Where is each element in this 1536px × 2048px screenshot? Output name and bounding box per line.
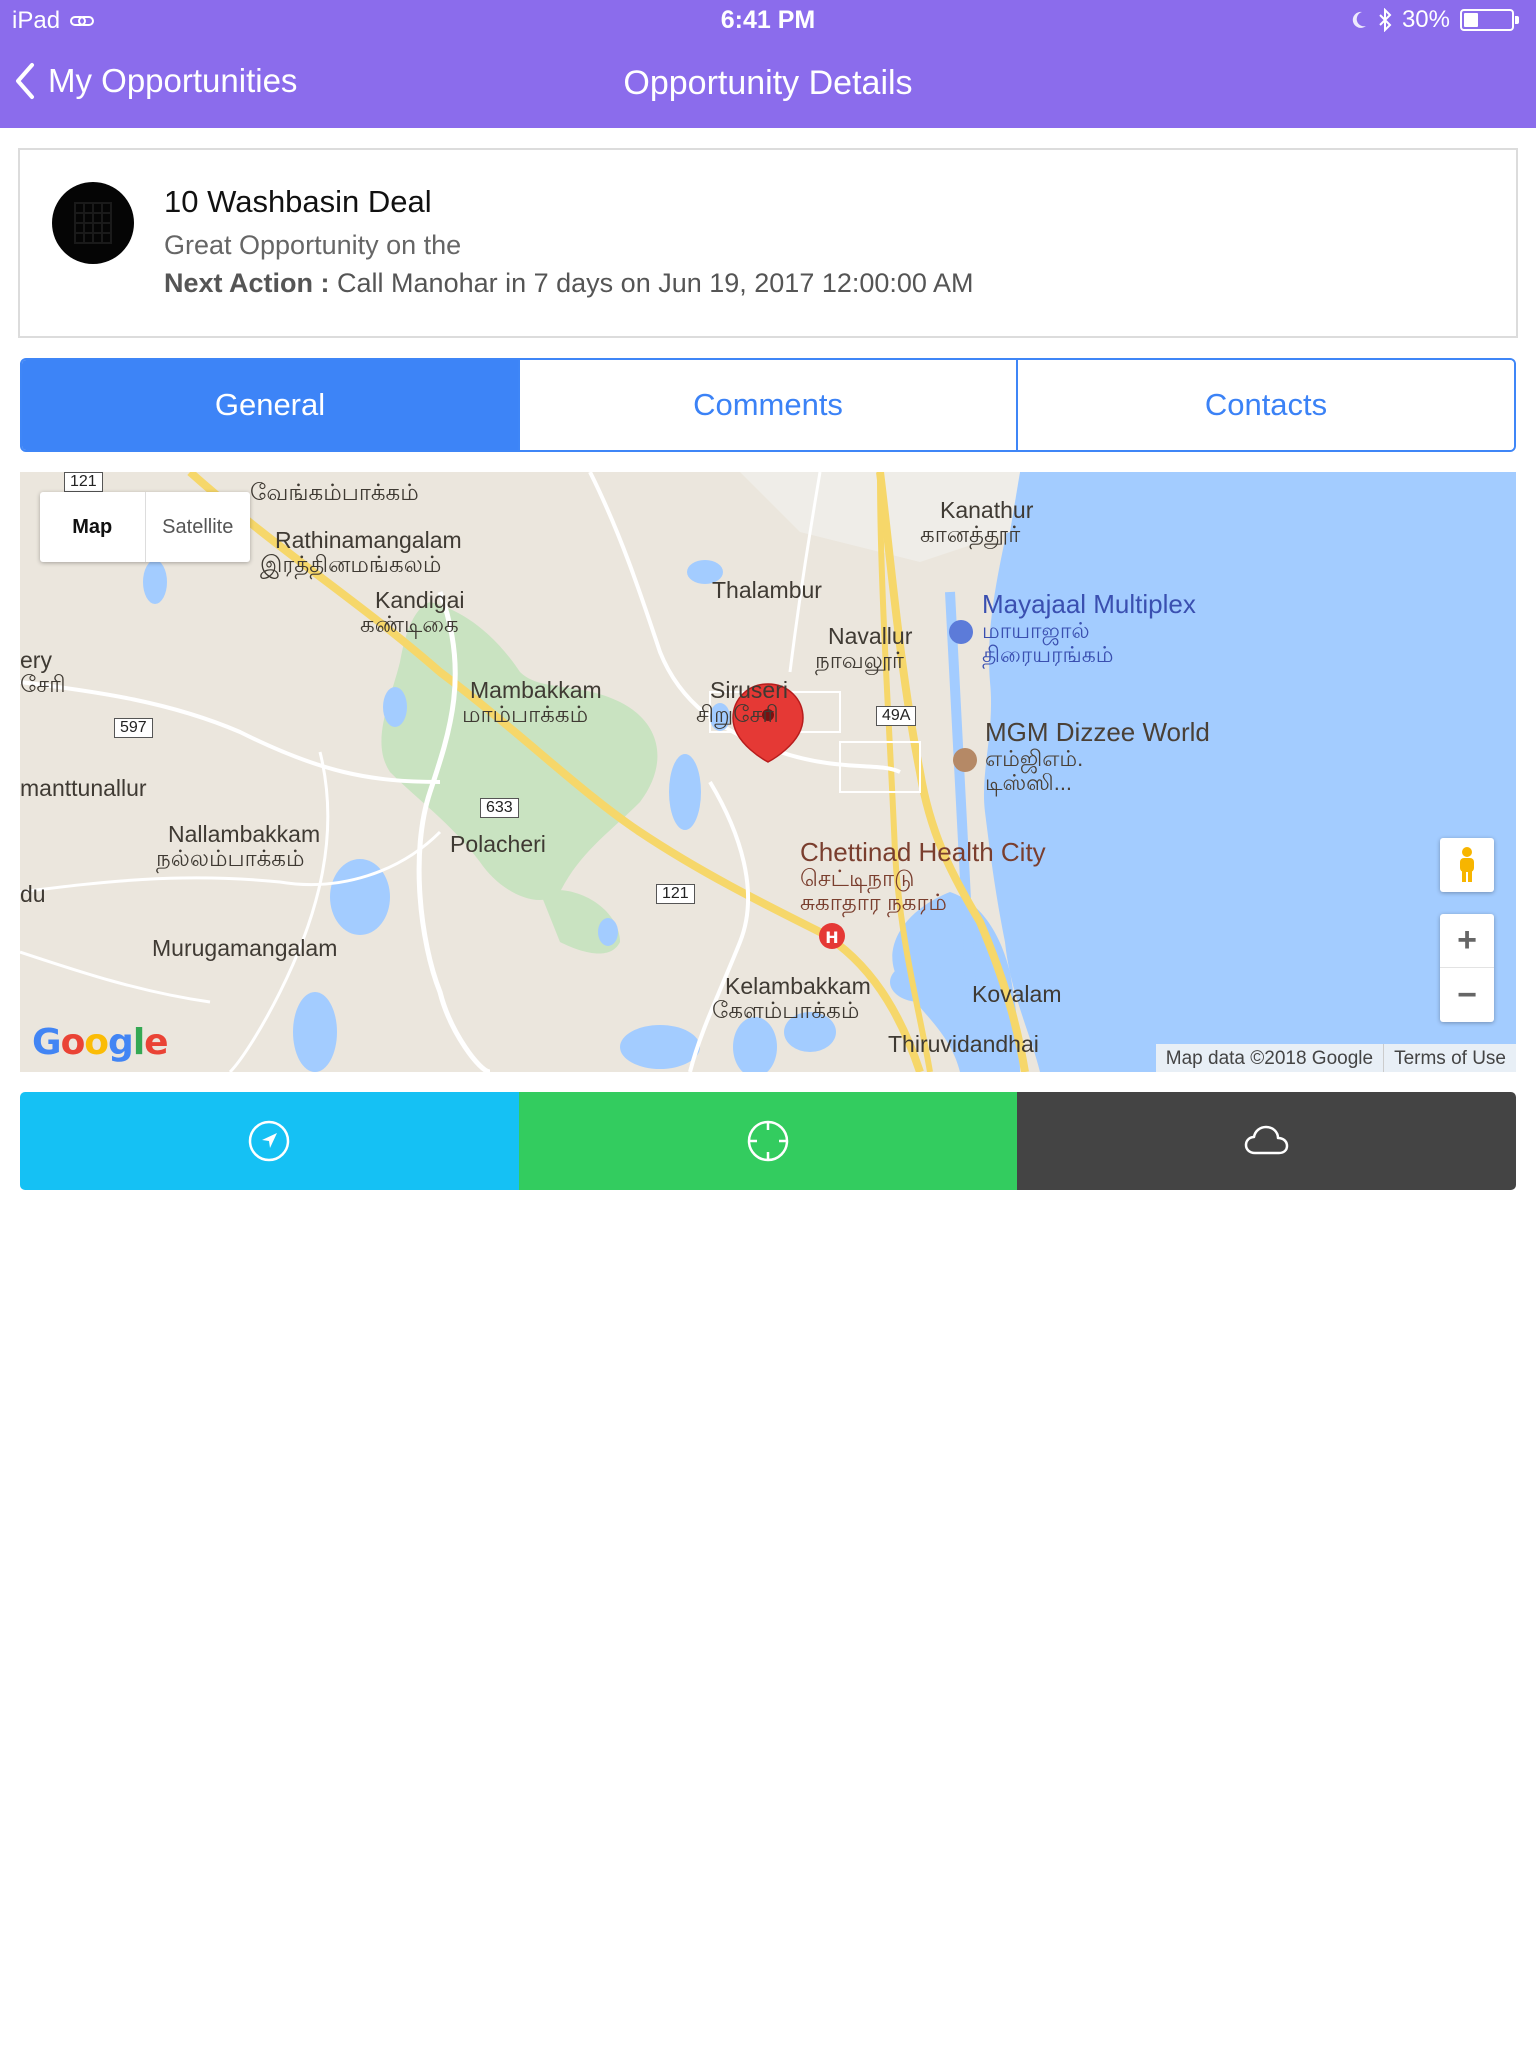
tab-contacts[interactable]: Contacts (1016, 360, 1514, 450)
header-bar: iPad 6:41 PM 30% My Opportunities Opport… (0, 0, 1536, 128)
map-label-kelambakkam: Kelambakkam (725, 973, 871, 999)
page-title: Opportunity Details (623, 64, 913, 102)
map-label-kelambakkam-ta: கேளம்பாக்கம் (712, 997, 860, 1023)
bluetooth-icon (1379, 8, 1392, 32)
next-action-value: Call Manohar in 7 days on Jun 19, 2017 1… (337, 268, 974, 298)
map-label-rathinamangalam: Rathinamangalam (275, 527, 462, 553)
opportunity-subtitle: Great Opportunity on the (164, 230, 462, 260)
map-label-ery-ta: சேரி (20, 671, 66, 697)
map-label-kandigai: Kandigai (375, 587, 465, 613)
map-label-siruseri-ta: சிறுசேரி (696, 701, 779, 727)
tab-bar: General Comments Contacts (20, 358, 1516, 452)
map-label-mayajaal-ta1: மாயாஜால் (982, 618, 1090, 643)
map-label-murugamangalam: Murugamangalam (152, 935, 338, 961)
map-label-kanathur-ta: கானத்தூர் (920, 521, 1021, 547)
route-shield-121-top: 121 (64, 472, 103, 492)
map-type-satellite-button[interactable]: Satellite (146, 492, 251, 562)
street-view-pegman[interactable] (1440, 838, 1494, 892)
moon-icon (1352, 11, 1366, 28)
map-label-vengambakkam: வேங்கம்பாக்கம் (250, 479, 419, 505)
avatar (52, 182, 134, 264)
crosshair-icon (747, 1120, 789, 1162)
map-label-navallur: Navallur (828, 623, 913, 649)
zoom-in-button[interactable]: + (1440, 914, 1494, 968)
cloud-icon (1244, 1125, 1288, 1155)
opportunity-card: 10 Washbasin Deal Great Opportunity on t… (18, 148, 1518, 338)
status-right: 30% (1350, 6, 1520, 34)
map-label-mgm-ta2: டிஸ்ஸி... (985, 770, 1073, 795)
google-logo-g2: g (108, 1022, 134, 1063)
cloud-sync-button[interactable] (1017, 1092, 1516, 1190)
navigate-button[interactable] (20, 1092, 519, 1190)
map-label-mambakkam-ta: மாம்பாக்கம் (462, 701, 589, 727)
map-label-chettinad-ta2: சுகாதார நகரம் (800, 889, 947, 915)
map-label-mayajaal-ta2: திரையரங்கம் (982, 642, 1114, 667)
map-label-kandigai-ta: கண்டிகை (360, 611, 459, 637)
map-label-chettinad: Chettinad Health City (800, 837, 1046, 867)
zoom-out-button[interactable]: − (1440, 968, 1494, 1022)
route-shield-633: 633 (480, 798, 519, 818)
action-bar (20, 1092, 1516, 1190)
map-label-mgm-ta1: எம்ஜிஎம். (985, 746, 1084, 771)
route-shield-121: 121 (656, 884, 695, 904)
map-label-nallambakkam: Nallambakkam (168, 821, 321, 847)
google-logo-o2: o (84, 1022, 109, 1063)
battery-level (1464, 13, 1478, 27)
map-label-siruseri: Siruseri (710, 677, 788, 703)
avatar-image (74, 202, 112, 244)
map-label-navallur-ta: நாவலூர் (815, 647, 904, 673)
map-label-mgm: MGM Dizzee World (985, 717, 1210, 747)
route-shield-597: 597 (114, 718, 153, 738)
locate-button[interactable] (518, 1092, 1018, 1190)
map-label-nallambakkam-ta: நல்லம்பாக்கம் (156, 845, 305, 871)
map-attribution: Map data ©2018 Google (1155, 1044, 1384, 1072)
next-action: Next Action : Call Manohar in 7 days on … (164, 268, 973, 299)
tab-comments[interactable]: Comments (518, 360, 1016, 450)
google-logo-l: l (132, 1022, 145, 1063)
map-label-rathinamangalam-ta: இரத்தினமங்கலம் (260, 551, 442, 577)
pegman-icon (1460, 847, 1474, 882)
map-view[interactable]: H வேங்கம்பாக்கம் Rathinamangalam இரத்தின… (20, 472, 1516, 1072)
map-type-map-button[interactable]: Map (40, 492, 146, 562)
status-bar: iPad 6:41 PM 30% (0, 0, 1536, 40)
google-logo: Google (32, 1022, 169, 1063)
battery-icon (1460, 9, 1519, 31)
opportunity-title: 10 Washbasin Deal (164, 184, 432, 219)
battery-percent: 30% (1401, 6, 1450, 33)
svg-text:H: H (825, 928, 838, 947)
map-label-mayajaal: Mayajaal Multiplex (982, 589, 1196, 619)
map-label-kanathur: Kanathur (940, 497, 1034, 523)
google-logo-g: G (32, 1022, 62, 1063)
navigation-arrow-icon (249, 1120, 290, 1162)
zoom-control: + − (1440, 914, 1494, 1022)
map-attribution-bar: Map data ©2018 Google Terms of Use (1155, 1044, 1516, 1072)
map-terms-link[interactable]: Terms of Use (1383, 1044, 1516, 1072)
map-type-toggle: Map Satellite (40, 492, 250, 562)
map-label-manttunallur: manttunallur (20, 775, 147, 801)
map-label-thiruvidandhai: Thiruvidandhai (888, 1031, 1039, 1057)
map-label-thalambur: Thalambur (712, 577, 822, 603)
map-label-ery: ery (20, 647, 52, 673)
map-label-polacheri: Polacheri (450, 831, 546, 857)
next-action-label: Next Action : (164, 268, 330, 298)
google-logo-o1: o (60, 1022, 86, 1063)
map-label-mambakkam: Mambakkam (470, 677, 602, 703)
google-logo-e: e (144, 1022, 168, 1063)
map-label-du: du (20, 881, 46, 907)
map-label-kovalam: Kovalam (972, 981, 1062, 1007)
tab-general[interactable]: General (22, 360, 518, 450)
route-shield-49a: 49A (876, 706, 917, 726)
status-time: 6:41 PM (720, 6, 816, 34)
map-label-chettinad-ta1: செட்டிநாடு (800, 865, 915, 891)
